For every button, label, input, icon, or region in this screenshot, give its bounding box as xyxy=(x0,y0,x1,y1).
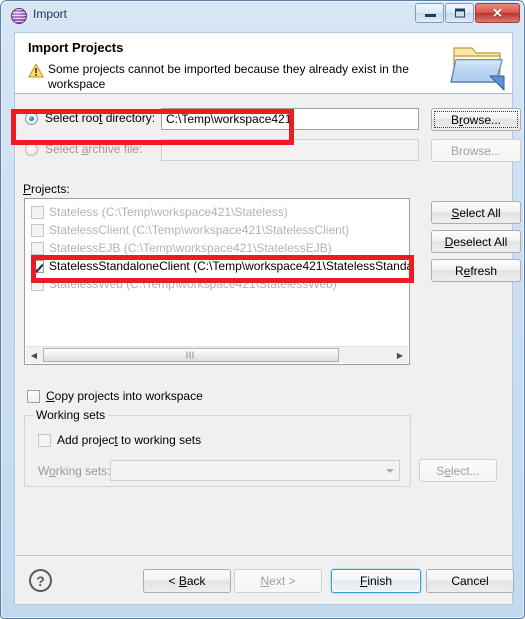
list-item[interactable]: StatelessWeb (C:\Temp\workspace421\State… xyxy=(25,275,409,293)
warning-triangle-icon xyxy=(28,63,44,78)
back-label: < Back xyxy=(168,574,206,588)
finish-button[interactable]: Finish xyxy=(331,569,421,593)
scrollbar-grip-icon xyxy=(186,351,196,359)
horizontal-scrollbar[interactable]: ◀ ▶ xyxy=(26,346,408,363)
next-button[interactable]: Next > xyxy=(234,569,322,593)
select-archive-file-radio[interactable] xyxy=(25,143,38,156)
minimize-icon xyxy=(425,14,436,17)
wizard-body: Select root directory: C:\Temp\workspace… xyxy=(14,94,521,555)
list-item[interactable]: Stateless (C:\Temp\workspace421\Stateles… xyxy=(25,203,409,221)
list-item-selected[interactable]: StatelessStandaloneClient (C:\Temp\works… xyxy=(25,257,409,275)
cancel-label: Cancel xyxy=(451,574,489,588)
help-icon[interactable]: ? xyxy=(29,569,52,592)
browse-archive-label: Browse... xyxy=(450,143,501,158)
project-checkbox[interactable] xyxy=(31,224,44,237)
add-project-to-working-sets-checkbox[interactable] xyxy=(38,434,51,447)
next-label: Next > xyxy=(260,574,296,588)
projects-label: Projects: xyxy=(23,182,70,196)
window-title: Import xyxy=(33,7,68,21)
browse-root-label: Browse... xyxy=(450,112,502,127)
page-message: Some projects cannot be imported because… xyxy=(48,62,409,91)
scrollbar-thumb[interactable] xyxy=(43,348,339,362)
eclipse-sphere-icon xyxy=(11,8,27,24)
working-sets-select-label: Select... xyxy=(436,463,480,478)
browse-archive-button[interactable]: Browse... xyxy=(431,139,521,162)
title-bar: Import ✕ xyxy=(1,1,524,30)
project-checkbox[interactable] xyxy=(31,242,44,255)
projects-list[interactable]: Stateless (C:\Temp\workspace421\Stateles… xyxy=(24,198,410,365)
refresh-button[interactable]: Refresh xyxy=(431,259,521,282)
import-folder-icon xyxy=(450,36,506,92)
list-item[interactable]: StatelessEJB (C:\Temp\workspace421\State… xyxy=(25,239,409,257)
select-all-label: Select All xyxy=(451,205,501,220)
select-all-button[interactable]: Select All xyxy=(431,201,521,224)
copy-projects-checkbox[interactable] xyxy=(27,390,40,403)
cancel-button[interactable]: Cancel xyxy=(426,569,514,593)
chevron-down-icon[interactable] xyxy=(386,468,394,473)
project-label: StatelessClient (C:\Temp\workspace421\St… xyxy=(49,223,350,237)
list-item[interactable]: StatelessClient (C:\Temp\workspace421\St… xyxy=(25,221,409,239)
project-checkbox[interactable] xyxy=(31,206,44,219)
add-project-to-working-sets-label: Add project to working sets xyxy=(57,433,202,447)
window-controls: ✕ xyxy=(414,3,520,23)
finish-label: Finish xyxy=(359,574,393,588)
deselect-all-label: Deselect All xyxy=(444,234,508,249)
project-label: StatelessWeb (C:\Temp\workspace421\State… xyxy=(49,277,337,291)
close-button[interactable]: ✕ xyxy=(475,3,520,23)
project-checkbox-checked[interactable] xyxy=(31,260,44,273)
minimize-button[interactable] xyxy=(415,3,444,23)
page-title: Import Projects xyxy=(28,40,124,55)
select-root-directory-label: Select root directory: xyxy=(45,111,156,125)
select-archive-file-label: Select archive file: xyxy=(45,142,143,156)
working-sets-group-title: Working sets xyxy=(33,408,109,422)
select-root-directory-radio[interactable] xyxy=(25,112,38,125)
browse-root-button[interactable]: Browse... xyxy=(431,108,521,131)
close-icon: ✕ xyxy=(492,5,503,21)
copy-projects-label: Copy projects into workspace xyxy=(46,389,203,403)
working-sets-field-label: Working sets: xyxy=(38,464,111,478)
maximize-button[interactable] xyxy=(445,3,474,23)
deselect-all-button[interactable]: Deselect All xyxy=(431,230,521,253)
project-label: Stateless (C:\Temp\workspace421\Stateles… xyxy=(49,205,288,219)
scroll-left-arrow-icon[interactable]: ◀ xyxy=(26,347,42,363)
working-sets-combo[interactable] xyxy=(110,460,400,481)
archive-file-input[interactable] xyxy=(161,139,419,161)
back-button[interactable]: < Back xyxy=(143,569,231,593)
scroll-right-arrow-icon[interactable]: ▶ xyxy=(392,347,408,363)
wizard-header: Import Projects Some projects cannot be … xyxy=(14,32,513,94)
dialog-footer: ? < Back Next > Finish Cancel xyxy=(14,555,514,605)
import-dialog-window: Import ✕ Import Projects Some projects c… xyxy=(0,0,525,619)
root-directory-input[interactable]: C:\Temp\workspace421 xyxy=(161,108,419,130)
working-sets-select-button[interactable]: Select... xyxy=(419,459,497,482)
maximize-icon xyxy=(454,8,465,18)
project-label: StatelessEJB (C:\Temp\workspace421\State… xyxy=(49,241,332,255)
project-label: StatelessStandaloneClient (C:\Temp\works… xyxy=(49,259,409,273)
project-checkbox[interactable] xyxy=(31,278,44,291)
refresh-label: Refresh xyxy=(454,263,498,278)
